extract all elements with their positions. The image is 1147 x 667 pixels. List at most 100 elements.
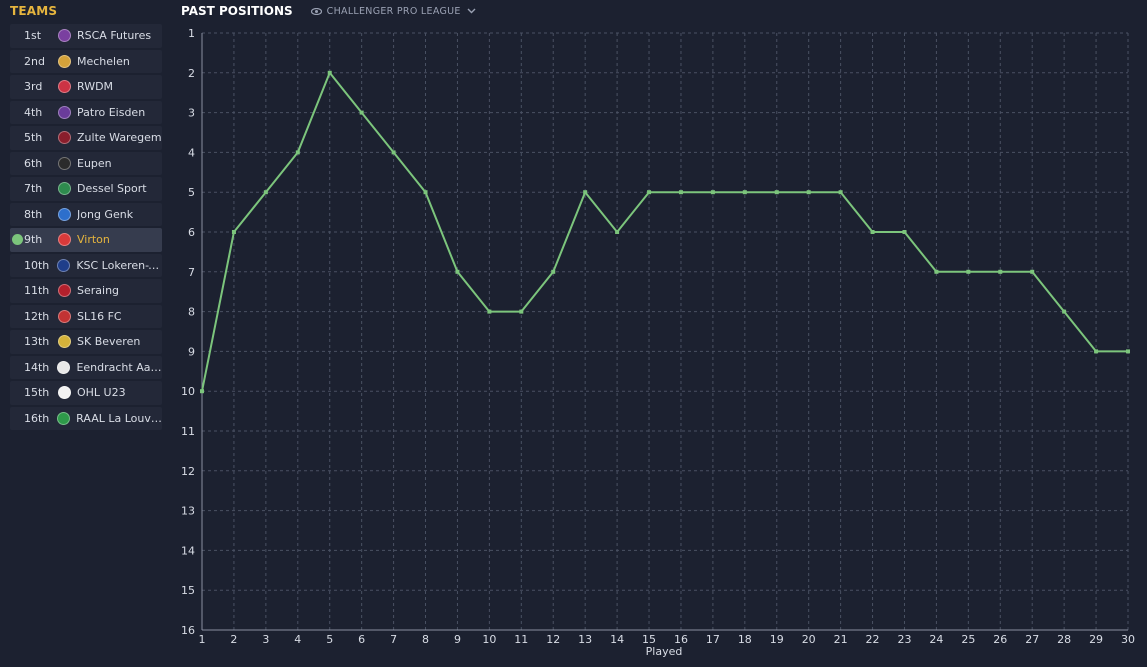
data-point xyxy=(902,230,907,234)
team-row[interactable]: 13th SK Beveren xyxy=(10,330,162,354)
x-tick-label: 14 xyxy=(610,633,624,646)
y-tick-label: 13 xyxy=(181,505,195,518)
page-title: PAST POSITIONS xyxy=(181,4,293,18)
team-row[interactable]: 11th Seraing xyxy=(10,279,162,303)
team-name: OHL U23 xyxy=(77,386,126,400)
team-row[interactable]: 1st RSCA Futures xyxy=(10,24,162,48)
team-crest-icon xyxy=(58,335,71,349)
team-crest-icon xyxy=(58,131,71,145)
team-name: Virton xyxy=(77,233,110,247)
team-crest-icon xyxy=(57,258,71,272)
data-point xyxy=(487,309,492,314)
team-row[interactable]: 16th RAAL La Louvi... xyxy=(10,406,162,430)
data-point xyxy=(295,150,300,155)
team-position: 7th xyxy=(24,182,43,196)
team-crest-icon xyxy=(57,360,71,374)
x-tick-label: 21 xyxy=(834,633,848,646)
x-tick-label: 27 xyxy=(1025,633,1039,646)
data-point xyxy=(359,110,364,115)
data-point xyxy=(455,269,460,274)
y-tick-label: 7 xyxy=(188,266,195,279)
x-tick-label: 6 xyxy=(358,633,365,646)
x-tick-label: 25 xyxy=(961,633,975,646)
x-tick-label: 11 xyxy=(514,633,528,646)
data-point xyxy=(934,269,939,274)
x-tick-label: 12 xyxy=(546,633,560,646)
team-crest-icon xyxy=(58,284,71,298)
team-row[interactable]: 7th Dessel Sport xyxy=(10,177,162,201)
data-point xyxy=(391,150,396,155)
team-position: 11th xyxy=(24,284,50,298)
team-crest-icon xyxy=(58,105,71,119)
team-position: 14th xyxy=(24,360,50,374)
y-tick-label: 8 xyxy=(188,306,195,319)
team-position: 12th xyxy=(24,309,50,323)
x-tick-label: 18 xyxy=(738,633,752,646)
data-point xyxy=(1030,269,1035,274)
teams-sidebar: TEAMS 1st RSCA Futures 2nd Mechelen 3rd RWDM 4… xyxy=(0,0,170,667)
league-selector[interactable]: CHALLENGER PRO LEAGUE xyxy=(310,6,476,17)
team-row[interactable]: 14th Eendracht Aalst xyxy=(10,355,162,379)
team-row[interactable]: 2nd Mechelen xyxy=(10,49,162,73)
team-name: Mechelen xyxy=(77,54,130,68)
team-position: 2nd xyxy=(24,54,45,68)
x-tick-label: 5 xyxy=(326,633,333,646)
y-tick-label: 3 xyxy=(188,107,195,120)
team-name: Eendracht Aalst xyxy=(76,360,162,374)
data-point xyxy=(966,269,971,274)
y-tick-label: 16 xyxy=(181,624,195,637)
y-tick-label: 6 xyxy=(188,226,195,239)
team-name: RWDM xyxy=(77,80,114,94)
y-tick-label: 5 xyxy=(188,186,195,199)
x-tick-label: 8 xyxy=(422,633,429,646)
x-tick-label: 13 xyxy=(578,633,592,646)
x-tick-label: 9 xyxy=(454,633,461,646)
data-point xyxy=(1094,349,1099,354)
team-row[interactable]: 15th OHL U23 xyxy=(10,381,162,405)
team-list: 1st RSCA Futures 2nd Mechelen 3rd RWDM 4th Patr… xyxy=(10,24,162,432)
data-point xyxy=(423,190,428,195)
team-position: 6th xyxy=(24,156,43,170)
y-tick-label: 15 xyxy=(181,584,195,597)
y-tick-label: 4 xyxy=(188,146,195,159)
data-point xyxy=(870,230,875,234)
x-tick-label: 2 xyxy=(230,633,237,646)
past-positions-chart: 123456789101112131415161 2 3 4 5 6 7 8 9 10 11 12 13… xyxy=(181,27,1135,658)
data-point xyxy=(710,190,715,195)
data-point xyxy=(615,230,620,234)
team-crest-icon xyxy=(57,411,71,425)
data-point xyxy=(838,190,843,195)
y-tick-label: 10 xyxy=(181,385,195,398)
data-point xyxy=(551,269,556,274)
team-crest-icon xyxy=(58,386,71,400)
x-tick-label: 29 xyxy=(1089,633,1103,646)
team-row[interactable]: 12th SL16 FC xyxy=(10,304,162,328)
data-point xyxy=(519,309,524,314)
team-row[interactable]: 5th Zulte Waregem xyxy=(10,126,162,150)
data-point xyxy=(583,190,588,195)
x-tick-label: 4 xyxy=(294,633,301,646)
team-crest-icon xyxy=(58,309,71,323)
team-row[interactable]: 10th KSC Lokeren-T... xyxy=(10,253,162,277)
team-name: Seraing xyxy=(77,284,120,298)
y-tick-label: 1 xyxy=(188,27,195,40)
team-row[interactable]: 9th Virton xyxy=(10,228,162,252)
team-position: 3rd xyxy=(24,80,43,94)
x-tick-label: 1 xyxy=(199,633,206,646)
team-position: 10th xyxy=(24,258,50,272)
team-crest-icon xyxy=(58,233,71,247)
data-point xyxy=(200,389,204,394)
team-name: SK Beveren xyxy=(77,335,141,349)
team-name: SL16 FC xyxy=(77,309,122,323)
x-tick-label: 7 xyxy=(390,633,397,646)
data-point xyxy=(998,269,1003,274)
team-name: Jong Genk xyxy=(77,207,134,221)
x-tick-label: 23 xyxy=(897,633,911,646)
team-row[interactable]: 4th Patro Eisden xyxy=(10,100,162,124)
team-row[interactable]: 8th Jong Genk xyxy=(10,202,162,226)
data-point xyxy=(263,190,268,195)
team-row[interactable]: 3rd RWDM xyxy=(10,75,162,99)
team-row[interactable]: 6th Eupen xyxy=(10,151,162,175)
team-name: KSC Lokeren-T... xyxy=(76,258,162,272)
selected-team-indicator xyxy=(12,234,23,245)
